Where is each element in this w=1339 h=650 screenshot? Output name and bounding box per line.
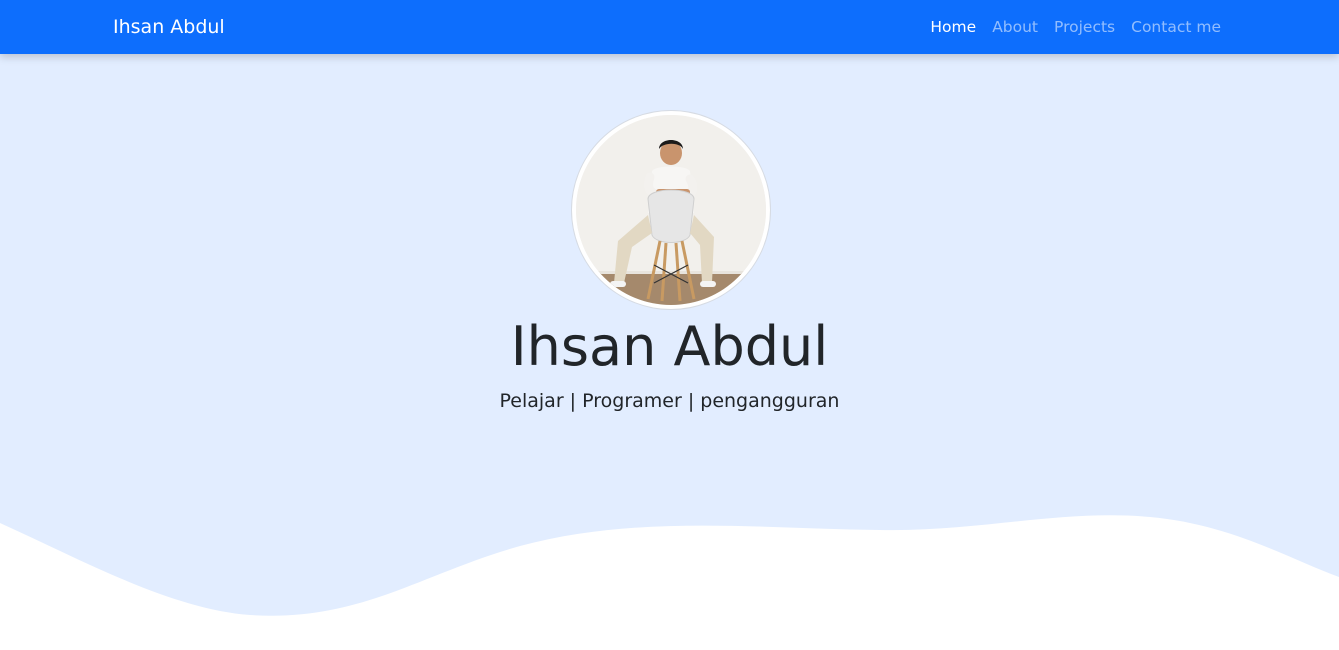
hero-name: Ihsan Abdul (510, 315, 829, 378)
hero-tagline: Pelajar | Programer | pengangguran (499, 390, 840, 412)
nav-link-contact[interactable]: Contact me (1131, 18, 1221, 36)
nav-link-home[interactable]: Home (930, 18, 976, 36)
navbar: Ihsan Abdul Home About Projects Contact … (0, 0, 1339, 54)
nav-link-projects[interactable]: Projects (1054, 18, 1115, 36)
nav-links: Home About Projects Contact me (930, 0, 1221, 54)
navbar-brand[interactable]: Ihsan Abdul (113, 0, 225, 54)
profile-photo-icon (576, 115, 766, 305)
profile-avatar (572, 111, 770, 309)
nav-link-about[interactable]: About (992, 18, 1038, 36)
hero-section: Ihsan Abdul Pelajar | Programer | pengan… (0, 54, 1339, 650)
